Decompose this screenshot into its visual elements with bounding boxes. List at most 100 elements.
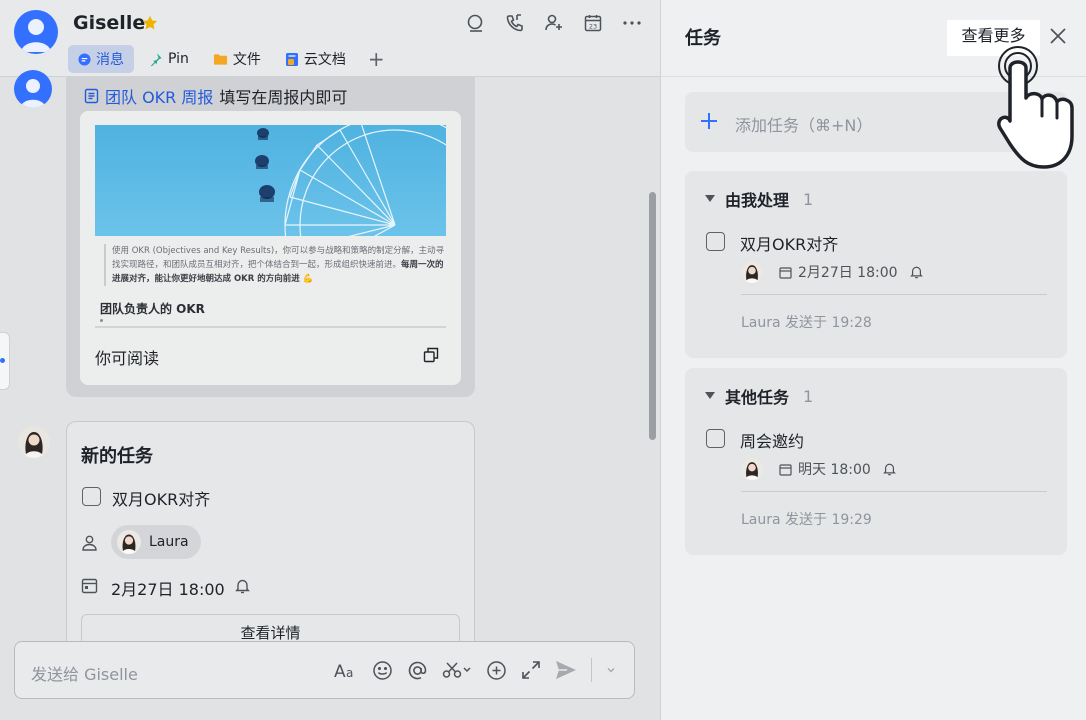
close-icon[interactable]: [1048, 26, 1068, 46]
contact-name[interactable]: Giselle: [73, 12, 145, 34]
doc-message-suffix: 填写在周报内即可: [219, 88, 348, 107]
laura-avatar[interactable]: [18, 426, 50, 458]
task-card: 新的任务 双月OKR对齐 Laura 2月27日 18:00 查看详情: [66, 421, 475, 661]
svg-text:23: 23: [589, 23, 597, 31]
group-title: 由我处理: [725, 191, 790, 210]
laura-avatar: [117, 530, 141, 554]
message-composer[interactable]: 发送给 Giselle Aa: [14, 641, 635, 699]
task-group-mine: 由我处理 1 双月OKR对齐 2月27日 18:00 Laura 发送于 19:…: [685, 171, 1067, 358]
task-card-title: 新的任务: [81, 446, 153, 467]
doc-preview-text: 使用 OKR (Objectives and Key Results)，你可以参…: [104, 244, 449, 286]
add-tab-button[interactable]: +: [360, 47, 393, 71]
caret-down-icon: [705, 392, 715, 400]
person-icon: [81, 534, 98, 551]
plus-circle-icon[interactable]: [486, 658, 507, 682]
chat-header: Giselle 23 消息 Pin 文件 云文档 +: [0, 0, 660, 77]
assignee-chip[interactable]: Laura: [111, 525, 201, 559]
tab-messages[interactable]: 消息: [68, 45, 134, 73]
cloud-doc-icon: [285, 52, 299, 67]
due-date: 2月27日 18:00: [798, 265, 898, 281]
due-date: 2月27日 18:00: [111, 580, 225, 599]
sidebar-toggle[interactable]: [0, 332, 10, 390]
task-name[interactable]: 双月OKR对齐: [740, 231, 838, 255]
add-member-icon[interactable]: [544, 12, 564, 34]
tab-label: 消息: [96, 52, 124, 68]
header-actions: 23: [466, 12, 642, 34]
tasks-panel-title: 任务: [685, 28, 721, 49]
divider: [741, 491, 1047, 492]
tab-label: Pin: [168, 51, 189, 67]
assignee-name: Laura: [149, 534, 189, 550]
tab-label: 云文档: [303, 52, 346, 68]
checkbox-icon[interactable]: [706, 429, 725, 448]
mention-icon[interactable]: [407, 658, 428, 682]
bell-icon: [882, 462, 896, 476]
doc-preview-body: 使用 OKR (Objectives and Key Results)，你可以参…: [112, 246, 445, 270]
chat-pane: Giselle 23 消息 Pin 文件 云文档 + 团队 OKR 周报 填写在…: [0, 0, 660, 720]
tab-label: 文件: [232, 52, 261, 68]
tab-files[interactable]: 文件: [203, 45, 271, 73]
screenshot-icon[interactable]: [442, 658, 472, 682]
sent-by: Laura 发送于 19:28: [741, 315, 872, 331]
emoji-icon[interactable]: [372, 658, 393, 682]
chat-tabs: 消息 Pin 文件 云文档 +: [68, 45, 393, 73]
svg-text:a: a: [346, 666, 353, 680]
copy-icon[interactable]: [423, 347, 439, 363]
task-meta: 明天 18:00: [741, 458, 896, 480]
doc-link[interactable]: 团队 OKR 周报: [105, 84, 213, 108]
task-group-other: 其他任务 1 周会邀约 明天 18:00 Laura 发送于 19:29: [685, 368, 1067, 555]
calendar-icon[interactable]: 23: [583, 12, 603, 34]
doc-message-text: 团队 OKR 周报 填写在周报内即可: [84, 84, 347, 108]
add-task-label: 添加任务（⌘+N）: [735, 116, 873, 135]
calendar-icon: [779, 463, 792, 476]
folder-icon: [213, 53, 228, 66]
doc-icon: [84, 88, 99, 104]
divider: [95, 326, 446, 328]
expand-icon[interactable]: [521, 658, 541, 682]
checkbox-icon[interactable]: [706, 232, 725, 251]
doc-preview-card[interactable]: 使用 OKR (Objectives and Key Results)，你可以参…: [80, 111, 461, 385]
more-icon[interactable]: [622, 12, 642, 34]
tab-pin[interactable]: Pin: [138, 45, 199, 73]
send-icon[interactable]: [555, 658, 577, 682]
star-icon[interactable]: [141, 14, 159, 32]
laura-avatar[interactable]: [741, 261, 763, 283]
divider: [741, 294, 1047, 295]
doc-cover-image: [95, 125, 446, 236]
plus-icon: [699, 111, 719, 131]
text-format-icon[interactable]: Aa: [334, 658, 358, 682]
muscle-emoji: 💪: [302, 274, 314, 284]
divider: [591, 658, 592, 682]
checkbox-icon[interactable]: [82, 487, 101, 506]
pin-icon: [148, 52, 163, 67]
calendar-icon: [81, 577, 98, 594]
call-icon[interactable]: [505, 12, 525, 34]
group-header[interactable]: 由我处理 1: [705, 187, 813, 211]
chat-scrollbar[interactable]: [649, 192, 656, 440]
tab-cloud-docs[interactable]: 云文档: [275, 45, 356, 73]
message-icon: [78, 52, 91, 66]
svg-text:A: A: [334, 662, 346, 680]
chevron-down-icon[interactable]: [606, 658, 616, 682]
task-name[interactable]: 双月OKR对齐: [112, 486, 210, 510]
contact-avatar[interactable]: [14, 10, 58, 54]
pointer-hand-icon: [996, 46, 1078, 170]
bell-icon: [235, 578, 250, 594]
group-header[interactable]: 其他任务 1: [705, 384, 813, 408]
search-chat-icon[interactable]: [466, 12, 486, 34]
permission-text: 你可阅读: [95, 349, 160, 368]
group-title: 其他任务: [725, 388, 790, 407]
sender-avatar[interactable]: [14, 70, 52, 108]
doc-preview-subtitle: 团队负责人的 OKR: [100, 302, 205, 316]
composer-toolbar: Aa: [334, 658, 616, 682]
laura-avatar[interactable]: [741, 458, 763, 480]
task-name[interactable]: 周会邀约: [740, 428, 804, 452]
group-count: 1: [803, 386, 814, 406]
bullet-dot: [100, 319, 103, 322]
bell-icon: [909, 265, 923, 279]
sent-by: Laura 发送于 19:29: [741, 512, 872, 528]
task-meta: 2月27日 18:00: [741, 261, 923, 283]
caret-down-icon: [705, 195, 715, 203]
calendar-icon: [779, 266, 792, 279]
composer-placeholder[interactable]: 发送给 Giselle: [31, 661, 138, 685]
